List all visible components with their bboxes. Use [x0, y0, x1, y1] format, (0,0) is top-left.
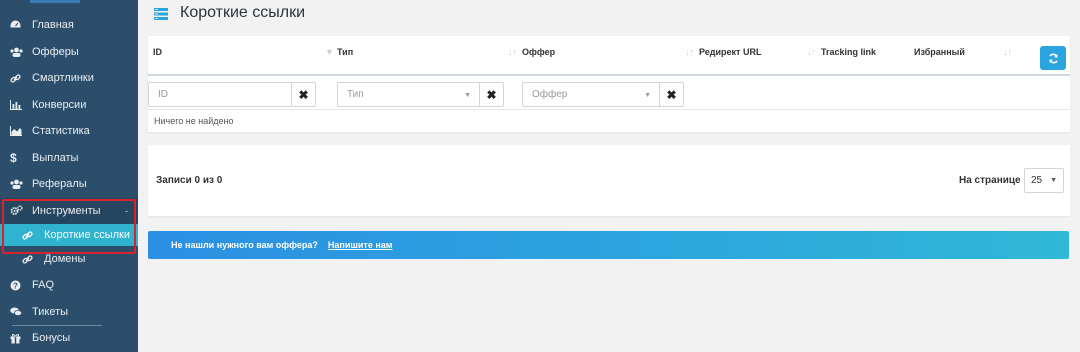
sidebar-item-bonuses[interactable]: Бонусы [0, 325, 138, 352]
column-header-redirect-url[interactable]: Редирект URL [699, 47, 761, 57]
sidebar-item-smartlinks[interactable]: Смартлинки [0, 65, 138, 92]
sort-icon[interactable]: ↓↑ [807, 47, 816, 57]
offer-filter-select[interactable]: Оффер ▼ [522, 82, 662, 107]
pagination-panel: Записи 0 из 0 На странице 25 ▼ [148, 145, 1070, 216]
column-header-favorite[interactable]: Избранный [914, 47, 965, 57]
sidebar-item-payouts[interactable]: $ Выплаты [0, 145, 138, 172]
sidebar-item-offers[interactable]: Офферы [0, 39, 138, 66]
sort-icon[interactable]: ↓↑ [508, 47, 517, 57]
link-icon [22, 254, 36, 265]
sidebar-item-tools[interactable]: Инструменты - [0, 197, 138, 224]
sidebar-item-statistics[interactable]: Статистика [0, 118, 138, 145]
comments-icon [10, 305, 26, 319]
sidebar-item-label: Бонусы [32, 332, 71, 345]
close-icon: ✖ [298, 87, 309, 102]
type-filter-select[interactable]: Тип ▼ [337, 82, 482, 107]
refresh-button[interactable] [1040, 46, 1066, 70]
close-icon: ✖ [666, 87, 677, 102]
sidebar-item-home[interactable]: Главная [0, 12, 138, 39]
sort-icon[interactable]: ↓↑ [1003, 47, 1012, 57]
sidebar-subitem-domains[interactable]: Домены [0, 246, 138, 272]
short-links-table: ID ▼ Тип ↓↑ Оффер ↓↑ Редирект URL ↓↑ Tra… [148, 36, 1070, 132]
records-count: Записи 0 из 0 [156, 175, 223, 186]
sidebar-subitem-label: Домены [44, 253, 86, 265]
per-page-select[interactable]: 25 ▼ [1024, 168, 1064, 193]
question-circle-icon: ? [10, 278, 26, 292]
sidebar-subitem-short-links[interactable]: Короткие ссылки [0, 224, 138, 246]
sidebar-item-label: Офферы [32, 45, 79, 58]
sidebar-item-tickets[interactable]: Тикеты [0, 299, 138, 326]
sort-desc-icon[interactable]: ▼ [325, 47, 334, 57]
svg-text:?: ? [13, 281, 18, 290]
sidebar-item-referrals[interactable]: Рефералы [0, 171, 138, 198]
contact-banner: Не нашли нужного вам оффера? Напишите на… [148, 231, 1069, 259]
gift-icon [10, 331, 26, 345]
sidebar-item-label: Конверсии [32, 98, 87, 111]
column-header-type[interactable]: Тип [337, 47, 353, 57]
close-icon: ✖ [486, 87, 497, 102]
dollar-icon: $ [10, 150, 17, 165]
offer-filter-placeholder: Оффер [532, 89, 568, 100]
column-header-id[interactable]: ID [153, 47, 162, 57]
id-filter-input[interactable]: ID [148, 82, 292, 107]
gears-icon [10, 204, 26, 218]
per-page-value: 25 [1031, 175, 1043, 186]
write-us-link[interactable]: Напишите нам [328, 240, 393, 250]
column-header-tracking-link[interactable]: Tracking link [821, 47, 876, 57]
type-filter-placeholder: Тип [347, 89, 364, 100]
filter-row: ID ✖ Тип ▼ ✖ Оффер ▼ ✖ [148, 78, 1070, 110]
banner-text: Не нашли нужного вам оффера? [171, 240, 318, 250]
sidebar-nav: Главная Офферы Смартлинки Конверсии Стат… [0, 12, 138, 352]
sidebar-item-label: Выплаты [32, 151, 79, 164]
sidebar: Главная Офферы Смартлинки Конверсии Стат… [0, 0, 138, 352]
refresh-icon [1048, 53, 1058, 63]
collapse-indicator-icon: - [125, 205, 128, 216]
link-icon [10, 71, 26, 85]
area-chart-icon [10, 124, 26, 138]
sidebar-item-label: Инструменты [32, 204, 101, 217]
clear-id-filter-button[interactable]: ✖ [291, 82, 316, 107]
users-icon [10, 177, 26, 191]
sidebar-item-label: Главная [32, 19, 74, 32]
chevron-down-icon: ▼ [464, 92, 471, 99]
clear-offer-filter-button[interactable]: ✖ [659, 82, 684, 107]
sidebar-item-label: Смартлинки [32, 72, 94, 85]
empty-table-message: Ничего не найдено [154, 116, 234, 126]
link-icon [22, 230, 36, 241]
clear-type-filter-button[interactable]: ✖ [479, 82, 504, 107]
dashboard-icon [10, 18, 26, 32]
page-header: Короткие ссылки [154, 4, 305, 22]
bar-chart-icon [10, 98, 26, 112]
column-header-offer[interactable]: Оффер [522, 47, 555, 57]
sidebar-subitem-label: Короткие ссылки [44, 229, 130, 241]
chevron-down-icon: ▼ [1050, 177, 1057, 184]
page-title: Короткие ссылки [180, 4, 306, 21]
sidebar-item-label: Статистика [32, 125, 90, 138]
sidebar-top-accent [30, 0, 80, 3]
users-icon [10, 45, 26, 59]
sidebar-item-label: Рефералы [32, 178, 87, 191]
sidebar-item-conversions[interactable]: Конверсии [0, 92, 138, 119]
table-header: ID ▼ Тип ↓↑ Оффер ↓↑ Редирект URL ↓↑ Tra… [148, 36, 1070, 76]
sidebar-item-label: Тикеты [32, 305, 69, 318]
sort-icon[interactable]: ↓↑ [685, 47, 694, 57]
chevron-down-icon: ▼ [644, 92, 651, 99]
sidebar-item-label: FAQ [32, 279, 55, 292]
list-icon [154, 7, 168, 20]
sidebar-divider [12, 325, 102, 326]
sidebar-item-faq[interactable]: ? FAQ [0, 272, 138, 299]
id-filter-placeholder: ID [158, 89, 168, 100]
per-page-label: На странице [959, 175, 1021, 186]
main-content: Короткие ссылки ID ▼ Тип ↓↑ Оффер ↓↑ Ред… [138, 0, 1080, 352]
